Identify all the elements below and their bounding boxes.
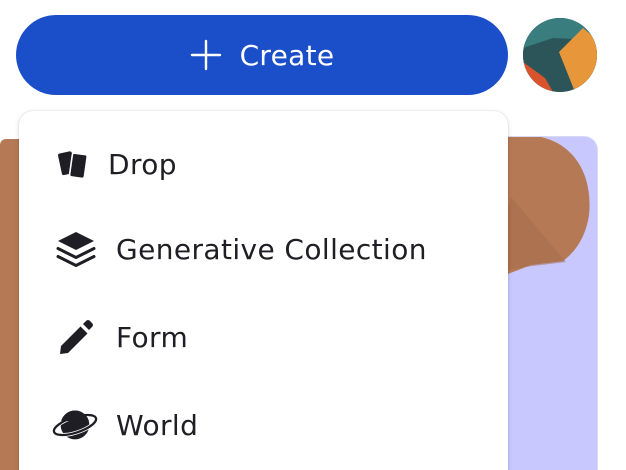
menu-item-form[interactable]: Form [19,295,508,379]
menu-item-world[interactable]: World [19,383,508,467]
create-menu: Drop Generative Collection Form World [19,111,508,470]
menu-item-label: Form [116,320,189,354]
menu-item-label: Generative Collection [116,232,427,266]
avatar[interactable] [523,18,597,92]
menu-item-generative-collection[interactable]: Generative Collection [19,207,508,291]
menu-item-label: Drop [108,147,177,181]
planet-icon [52,402,98,448]
menu-item-label: World [116,408,199,442]
create-button[interactable]: Create [16,15,508,95]
page: Create Drop Generative Collection Form W… [0,0,626,470]
layers-icon [53,226,99,272]
menu-item-drop[interactable]: Drop [19,122,508,206]
plus-icon [190,39,221,71]
avatar-icon [523,18,597,92]
create-button-label: Create [239,38,335,72]
pencil-icon [53,314,99,360]
cards-icon [51,141,97,187]
